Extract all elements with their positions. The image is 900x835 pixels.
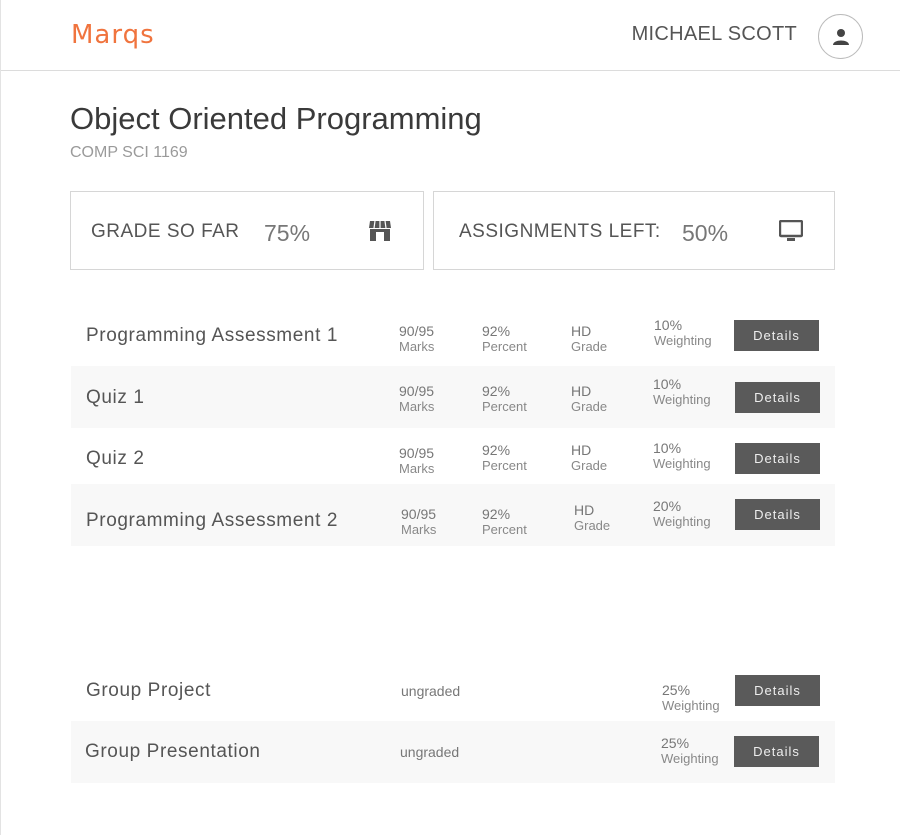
details-button[interactable]: Details [735, 382, 820, 413]
assessment-name: Quiz 1 [86, 387, 145, 408]
details-button[interactable]: Details [734, 320, 819, 351]
assessment-name: Programming Assessment 1 [86, 325, 338, 346]
marks-stat: 90/95 Marks [401, 506, 437, 537]
store-icon [369, 220, 391, 241]
assignments-left-card: ASSIGNMENTS LEFT: 50% [433, 191, 835, 270]
marks-stat: 90/95 Marks [399, 323, 435, 354]
grade-so-far-card: GRADE SO FAR 75% [70, 191, 424, 270]
assessment-name: Programming Assessment 2 [86, 510, 338, 531]
user-name[interactable]: MICHAEL SCOTT [632, 23, 797, 46]
course-code: COMP SCI 1169 [70, 144, 188, 161]
weighting-stat: 25% Weighting [661, 735, 719, 766]
percent-stat: 92% Percent [482, 506, 527, 537]
monitor-icon [779, 220, 803, 241]
details-button[interactable]: Details [734, 736, 819, 767]
page: Marqs MICHAEL SCOTT Object Oriented Prog… [0, 0, 900, 835]
weighting-stat: 10% Weighting [654, 317, 712, 348]
details-button[interactable]: Details [735, 499, 820, 530]
weighting-stat: 10% Weighting [653, 376, 711, 407]
grade-stat: HD Grade [571, 323, 608, 354]
avatar-button[interactable] [818, 14, 863, 59]
marks-stat: 90/95 Marks [399, 445, 435, 476]
marqs-logo[interactable]: Marqs [71, 20, 155, 50]
grade-so-far-label: GRADE SO FAR [91, 221, 240, 242]
percent-stat: 92% Percent [482, 323, 527, 354]
assignments-left-value: 50% [682, 220, 729, 246]
ungraded-status: ungraded [400, 744, 460, 760]
assessment-row: Programming Assessment 1 90/95 Marks 92% P… [71, 304, 835, 366]
grade-stat: HD Grade [571, 383, 608, 414]
assessment-row: Quiz 1 90/95 Marks 92% Percent HD Grade 10%… [71, 366, 835, 428]
grade-stat: HD Grade [574, 502, 611, 533]
percent-stat: 92% Percent [482, 383, 527, 414]
assignments-left-label: ASSIGNMENTS LEFT: [459, 221, 661, 242]
grade-so-far-value: 75% [264, 220, 311, 246]
top-bar: Marqs MICHAEL SCOTT [1, 0, 900, 71]
grade-stat: HD Grade [571, 442, 608, 473]
details-button[interactable]: Details [735, 443, 820, 474]
weighting-stat: 25% Weighting [662, 682, 720, 713]
assessment-row-ungraded: Group Presentation ungraded 25% Weighting… [71, 721, 835, 783]
weighting-stat: 20% Weighting [653, 498, 711, 529]
percent-stat: 92% Percent [482, 442, 527, 473]
details-button[interactable]: Details [735, 675, 820, 706]
weighting-stat: 10% Weighting [653, 440, 711, 471]
assessment-name: Group Presentation [85, 741, 261, 762]
assessment-name: Group Project [86, 680, 212, 701]
ungraded-status: ungraded [401, 683, 461, 699]
assessment-row: Programming Assessment 2 90/95 Marks 92% P… [71, 484, 835, 546]
assessment-row: Quiz 2 90/95 Marks 92% Percent HD Grade 10%… [71, 428, 835, 490]
assessment-name: Quiz 2 [86, 448, 145, 469]
course-title: Object Oriented Programming [70, 101, 482, 136]
user-icon [833, 29, 849, 45]
marks-stat: 90/95 Marks [399, 383, 435, 414]
assessment-row-ungraded: Group Project ungraded 25% Weighting Deta… [71, 660, 835, 722]
